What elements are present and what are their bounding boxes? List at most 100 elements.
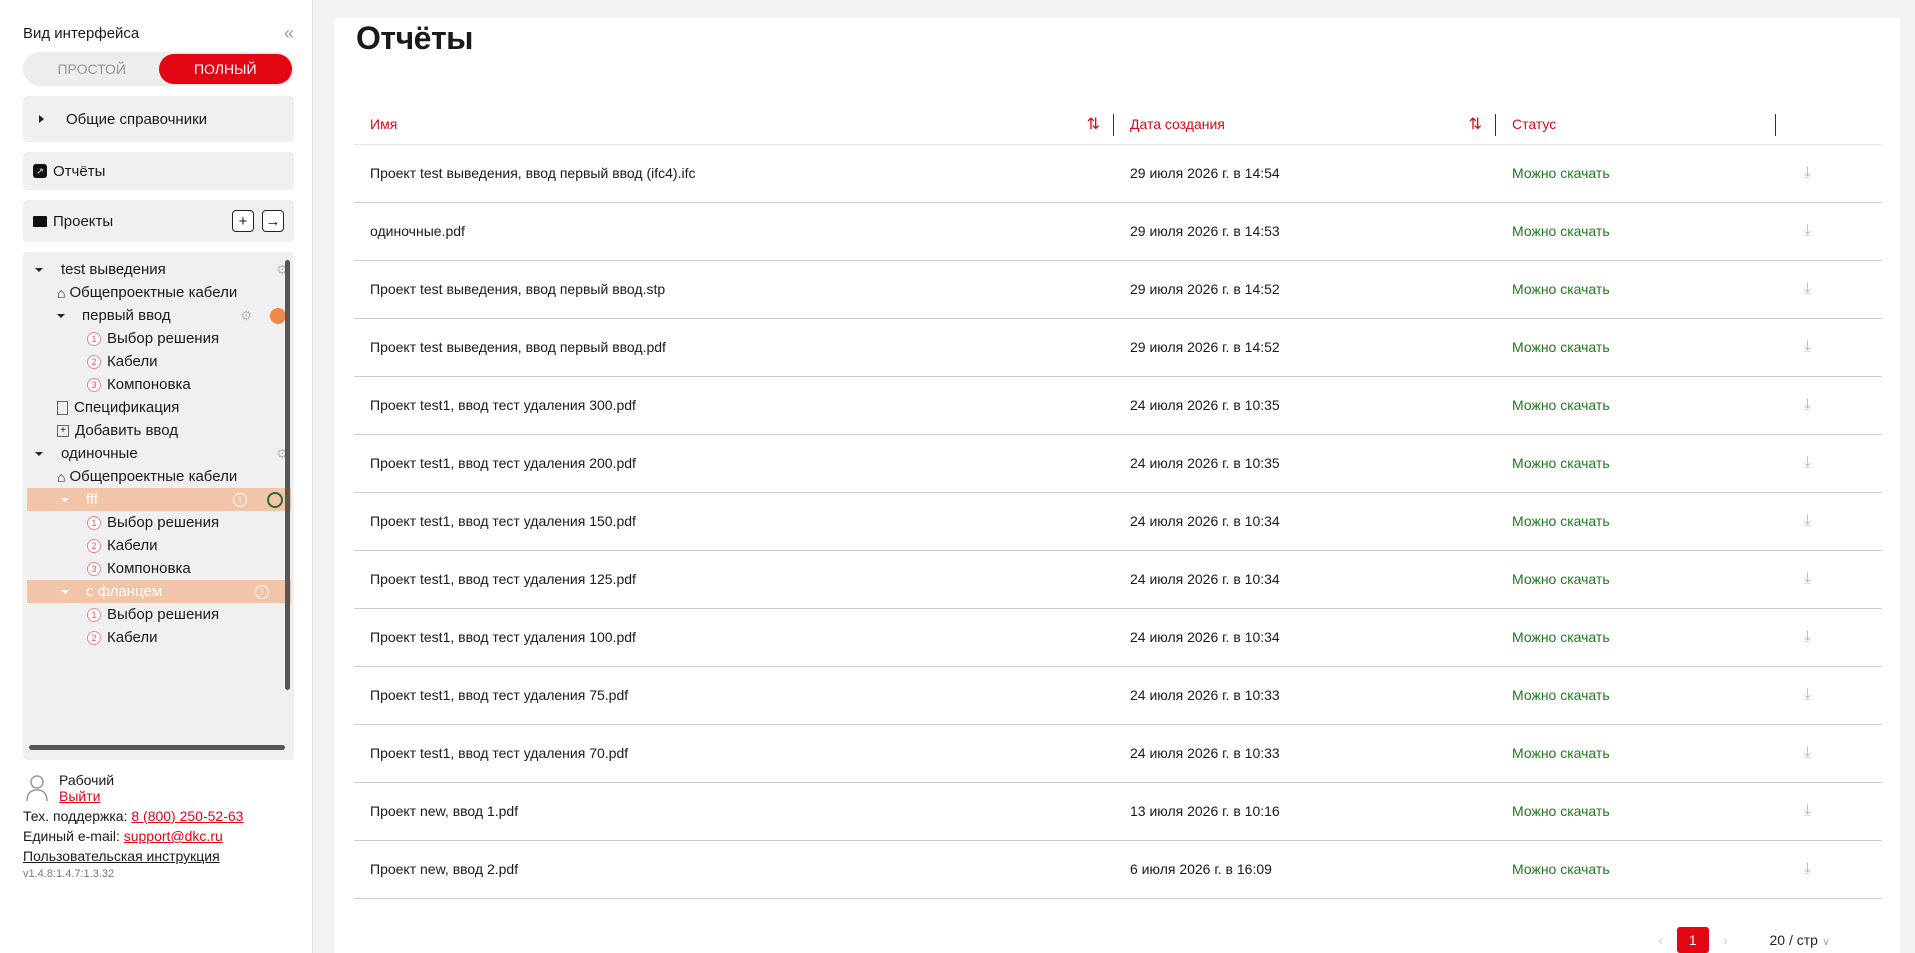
horizontal-scrollbar[interactable] (29, 745, 285, 750)
tree-step[interactable]: 1 Выбор решения (23, 603, 294, 626)
prev-page-icon[interactable]: ‹ (1658, 932, 1663, 948)
tree-label: Общепроектные кабели (69, 468, 238, 485)
cell-date: 29 июля 2026 г. в 14:53 (1114, 202, 1496, 261)
table-row: Проект test1, ввод тест удаления 200.pdf… (354, 434, 1882, 493)
general-references-label: Общие справочники (66, 110, 208, 128)
gear-icon[interactable]: ⚙ (240, 308, 252, 324)
user-name: Рабочий (59, 772, 115, 788)
download-icon[interactable]: ⤓ (1792, 686, 1811, 703)
cell-actions: ⤓ (1776, 318, 1882, 377)
cell-date: 24 июля 2026 г. в 10:34 (1114, 550, 1496, 609)
tree-add-input[interactable]: + Добавить ввод (23, 419, 294, 442)
step-number-icon: 1 (87, 515, 101, 530)
tree-step[interactable]: 1 Выбор решения (23, 327, 294, 350)
logout-link[interactable]: Выйти (59, 788, 114, 804)
cell-actions: ⤓ (1776, 434, 1882, 493)
mode-simple[interactable]: ПРОСТОЙ (25, 54, 159, 84)
vertical-scrollbar[interactable] (285, 260, 290, 690)
mode-full[interactable]: ПОЛНЫЙ (158, 54, 292, 84)
reports-nav[interactable]: ↗ Отчёты (23, 152, 294, 190)
user-manual-link[interactable]: Пользовательская инструкция (23, 848, 294, 864)
tree-label: test выведения (61, 261, 166, 278)
sort-icon[interactable]: ⇅ (1087, 114, 1100, 134)
page-button-current[interactable]: 1 (1676, 927, 1709, 953)
cell-date: 24 июля 2026 г. в 10:34 (1114, 492, 1496, 551)
general-references[interactable]: Общие справочники (23, 96, 294, 142)
tree-specification[interactable]: Спецификация (23, 396, 294, 419)
download-icon[interactable]: ⤓ (1792, 802, 1811, 819)
cell-status: Можно скачать (1496, 144, 1776, 203)
table-row: Проект test выведения, ввод первый ввод.… (354, 260, 1882, 319)
caret-down-icon (61, 497, 69, 502)
download-icon[interactable]: ⤓ (1792, 570, 1811, 587)
tree-step[interactable]: 2 Кабели (23, 626, 294, 649)
tree-project[interactable]: одиночные ⚙ (23, 442, 294, 465)
table-row: Проект test1, ввод тест удаления 75.pdf 2… (354, 666, 1882, 725)
page-size-select[interactable]: 20 / стр ∨ (1769, 932, 1830, 948)
caret-down-icon (61, 589, 69, 594)
tree-step[interactable]: 2 Кабели (23, 534, 294, 557)
download-icon[interactable]: ⤓ (1792, 628, 1811, 645)
table-row: одиночные.pdf 29 июля 2026 г. в 14:53 Можн… (354, 202, 1882, 261)
status-ring (267, 491, 283, 508)
step-number-icon: 2 (87, 630, 101, 645)
projects-label: Проекты (53, 212, 114, 230)
cell-status: Можно скачать (1496, 782, 1776, 841)
download-icon[interactable]: ⤓ (1792, 454, 1811, 471)
cell-actions: ⤓ (1776, 202, 1882, 261)
collapse-sidebar-icon[interactable]: « (284, 23, 294, 44)
tree-input[interactable]: первый ввод ⚙ (23, 304, 294, 327)
tree-label: Выбор решения (107, 330, 220, 347)
table-row: Проект test выведения, ввод первый ввод … (354, 144, 1882, 203)
tree-label: Общепроектные кабели (69, 284, 238, 301)
cell-actions: ⤓ (1776, 260, 1882, 319)
tree-project[interactable]: test выведения ⚙ (23, 258, 294, 281)
reports-table: Имя ⇅ Дата создания ⇅ Статус Проект test… (354, 104, 1882, 899)
cell-name: одиночные.pdf (354, 202, 1114, 261)
download-icon[interactable]: ⤓ (1792, 338, 1811, 355)
tree-common-cables[interactable]: ⌂ Общепроектные кабели (23, 465, 294, 488)
sort-icon[interactable]: ⇅ (1469, 114, 1482, 134)
caret-down-icon (35, 451, 43, 456)
download-icon[interactable]: ⤓ (1792, 222, 1811, 239)
download-icon[interactable]: ⤓ (1792, 164, 1811, 181)
download-icon[interactable]: ⤓ (1792, 860, 1811, 877)
cell-status: Можно скачать (1496, 840, 1776, 899)
tree-step[interactable]: 3 Компоновка (23, 557, 294, 580)
step-number-icon: 3 (87, 561, 101, 576)
tree-step[interactable]: 1 Выбор решения (23, 511, 294, 534)
tree-label: Добавить ввод (75, 422, 178, 439)
table-row: Проект test1, ввод тест удаления 100.pdf… (354, 608, 1882, 667)
chart-icon: ↗ (33, 164, 47, 178)
support-phone-link[interactable]: 8 (800) 250-52-63 (131, 808, 243, 824)
cell-status: Можно скачать (1496, 666, 1776, 725)
tree-step[interactable]: 3 Компоновка (23, 373, 294, 396)
cell-status: Можно скачать (1496, 318, 1776, 377)
download-icon[interactable]: ⤓ (1792, 280, 1811, 297)
tree-step[interactable]: 2 Кабели (23, 350, 294, 373)
document-icon (57, 400, 68, 415)
email-link[interactable]: support@dkc.ru (124, 828, 223, 844)
main-area: Отчёты Имя ⇅ Дата создания ⇅ Статус Прое… (313, 0, 1915, 953)
home-icon: ⌂ (57, 284, 66, 301)
download-icon[interactable]: ⤓ (1792, 512, 1811, 529)
download-icon[interactable]: ⤓ (1792, 744, 1811, 761)
table-row: Проект test1, ввод тест удаления 70.pdf 2… (354, 724, 1882, 783)
tree-input-selected[interactable]: с фланцем ! (27, 580, 291, 603)
column-label: Статус (1512, 115, 1557, 132)
import-project-button[interactable]: → (262, 210, 284, 232)
cell-name: Проект test1, ввод тест удаления 300.pdf (354, 376, 1114, 435)
download-icon[interactable]: ⤓ (1792, 396, 1811, 413)
column-header-name: Имя ⇅ (354, 104, 1114, 145)
view-header: Вид интерфейса « (23, 22, 294, 44)
add-project-button[interactable]: + (232, 210, 254, 232)
cell-status: Можно скачать (1496, 376, 1776, 435)
tree-input-selected[interactable]: fff ! (27, 488, 291, 511)
tree-common-cables[interactable]: ⌂ Общепроектные кабели (23, 281, 294, 304)
cell-name: Проект test1, ввод тест удаления 100.pdf (354, 608, 1114, 667)
next-page-icon[interactable]: › (1723, 932, 1728, 948)
email-line: Единый e-mail: support@dkc.ru (23, 828, 294, 844)
tree-label: Выбор решения (107, 606, 220, 623)
cell-date: 29 июля 2026 г. в 14:52 (1114, 318, 1496, 377)
support-label: Тех. поддержка: (23, 808, 128, 824)
